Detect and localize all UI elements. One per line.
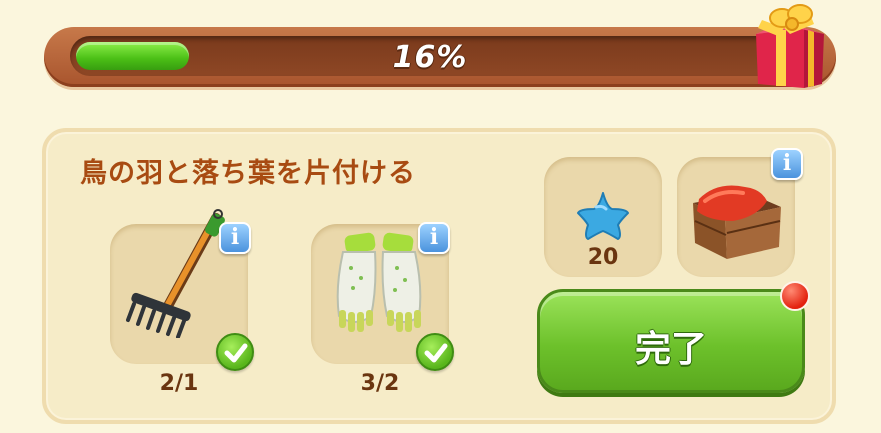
completed-check-icon — [416, 333, 454, 371]
blue-star-icon — [577, 192, 629, 240]
task-title: 鳥の羽と落ち葉を片付ける — [80, 158, 416, 189]
complete-button-label: 完了 — [634, 329, 707, 370]
progress-bar: 16% — [44, 27, 836, 87]
notification-dot — [780, 281, 810, 311]
progress-percent: 16% — [392, 40, 468, 75]
gift-box-icon[interactable] — [748, 0, 828, 92]
progress-track: 16% — [70, 36, 790, 76]
info-button-gloves[interactable]: i — [418, 222, 450, 254]
info-button-rake[interactable]: i — [219, 222, 251, 254]
rake-icon — [126, 209, 225, 338]
complete-button[interactable]: 完了 — [537, 289, 805, 393]
reward-tile-star: 20 — [544, 157, 662, 277]
completed-check-icon — [216, 333, 254, 371]
info-button-crate[interactable]: i — [771, 148, 803, 180]
wooden-crate-icon — [693, 185, 781, 259]
reward-amount: 20 — [587, 245, 619, 270]
requirement-count-gloves: 3/2 — [360, 371, 400, 396]
requirement-count-rake: 2/1 — [159, 371, 199, 396]
